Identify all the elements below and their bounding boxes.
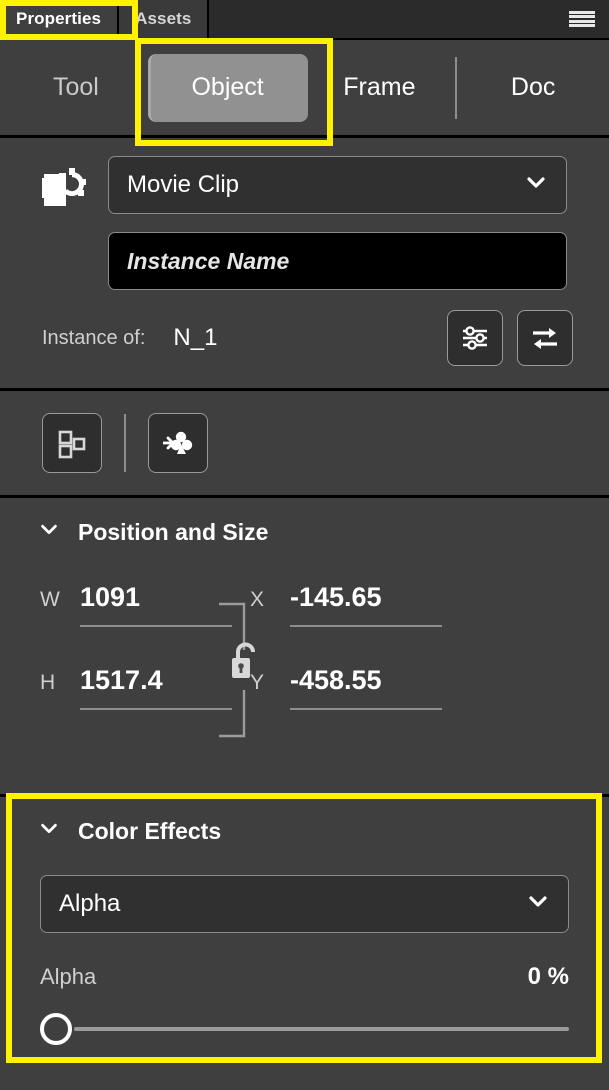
- object-tools-section: [0, 391, 609, 498]
- x-input[interactable]: -145.65: [290, 582, 442, 627]
- position-and-size-fields: W 1091 X -145.65 H 1517.4 Y -458.55: [0, 546, 609, 794]
- properties-panel: Properties Assets Tool Object Frame Doc: [0, 0, 609, 1090]
- instance-of-value: N_1: [173, 324, 218, 351]
- symbol-fields: Movie Clip Instance Name: [108, 156, 567, 290]
- y-input[interactable]: -458.55: [290, 665, 442, 710]
- subtab-tool[interactable]: Tool: [0, 61, 152, 114]
- object-tool-frame-doc-tabs: Tool Object Frame Doc: [0, 40, 609, 138]
- subtab-doc[interactable]: Doc: [457, 61, 609, 114]
- height-field-group[interactable]: H 1517.4: [0, 665, 232, 710]
- symbol-section: Movie Clip Instance Name Instance of: N_…: [0, 138, 609, 391]
- symbol-row: Movie Clip Instance Name: [0, 138, 609, 290]
- tools-divider: [124, 414, 126, 472]
- chevron-down-icon: [38, 518, 60, 546]
- instance-of-row: Instance of: N_1: [0, 290, 609, 388]
- alpha-row: Alpha 0 %: [40, 963, 569, 991]
- sliders-settings-icon[interactable]: [447, 310, 503, 366]
- color-effects-title: Color Effects: [78, 817, 222, 844]
- tab-strip-filler: [209, 0, 609, 38]
- alpha-slider[interactable]: [40, 1011, 569, 1047]
- instance-name-input[interactable]: Instance Name: [108, 232, 567, 290]
- subtab-frame[interactable]: Frame: [304, 61, 456, 114]
- instance-name-placeholder: Instance Name: [127, 247, 290, 274]
- subtab-object-label: Object: [191, 73, 264, 101]
- tab-properties-label: Properties: [16, 9, 102, 28]
- symbol-type-dropdown[interactable]: Movie Clip: [108, 156, 567, 214]
- add-filter-icon[interactable]: [148, 413, 208, 473]
- width-input[interactable]: 1091: [80, 582, 232, 627]
- tab-properties[interactable]: Properties: [0, 0, 120, 38]
- instance-action-buttons: [447, 310, 573, 366]
- object-tools-row: [0, 391, 609, 495]
- height-y-row: H 1517.4 Y -458.55: [0, 665, 609, 710]
- chevron-down-icon: [524, 170, 548, 201]
- unlocked-padlock-icon[interactable]: [218, 590, 274, 750]
- panel-tab-strip: Properties Assets: [0, 0, 609, 40]
- height-input[interactable]: 1517.4: [80, 665, 232, 710]
- position-and-size-header[interactable]: Position and Size: [0, 498, 609, 546]
- color-effects-section: Color Effects Alpha Alpha 0 %: [0, 797, 609, 1073]
- color-effects-body: Alpha Alpha 0 %: [0, 845, 609, 1073]
- alpha-value[interactable]: 0 %: [528, 963, 569, 991]
- height-label: H: [40, 671, 56, 694]
- alpha-slider-track[interactable]: [74, 1027, 569, 1031]
- swap-symbol-icon[interactable]: [517, 310, 573, 366]
- hamburger-menu-icon[interactable]: [569, 10, 595, 28]
- width-field-group[interactable]: W 1091: [0, 582, 232, 627]
- tab-assets-label: Assets: [135, 9, 192, 28]
- color-effect-value: Alpha: [59, 890, 121, 917]
- position-and-size-title: Position and Size: [78, 518, 269, 545]
- blend-objects-icon[interactable]: [42, 413, 102, 473]
- subtab-tool-label: Tool: [52, 73, 99, 101]
- color-effects-header[interactable]: Color Effects: [0, 797, 609, 845]
- subtab-doc-label: Doc: [510, 73, 556, 101]
- subtab-frame-label: Frame: [343, 73, 416, 101]
- width-label: W: [40, 588, 60, 611]
- symbol-type-value: Movie Clip: [127, 171, 240, 198]
- movie-clip-symbol-icon: [40, 168, 86, 212]
- alpha-slider-thumb[interactable]: [40, 1013, 72, 1045]
- instance-of-label: Instance of:: [42, 326, 146, 349]
- position-and-size-section: Position and Size W 1091 X -145.65 H 151…: [0, 498, 609, 797]
- subtab-object[interactable]: Object: [147, 53, 308, 122]
- chevron-down-icon: [526, 889, 550, 920]
- chevron-down-icon: [38, 817, 60, 845]
- color-effect-dropdown[interactable]: Alpha: [40, 875, 569, 933]
- width-x-row: W 1091 X -145.65: [0, 582, 609, 627]
- tab-assets[interactable]: Assets: [119, 0, 210, 38]
- alpha-label: Alpha: [40, 964, 97, 989]
